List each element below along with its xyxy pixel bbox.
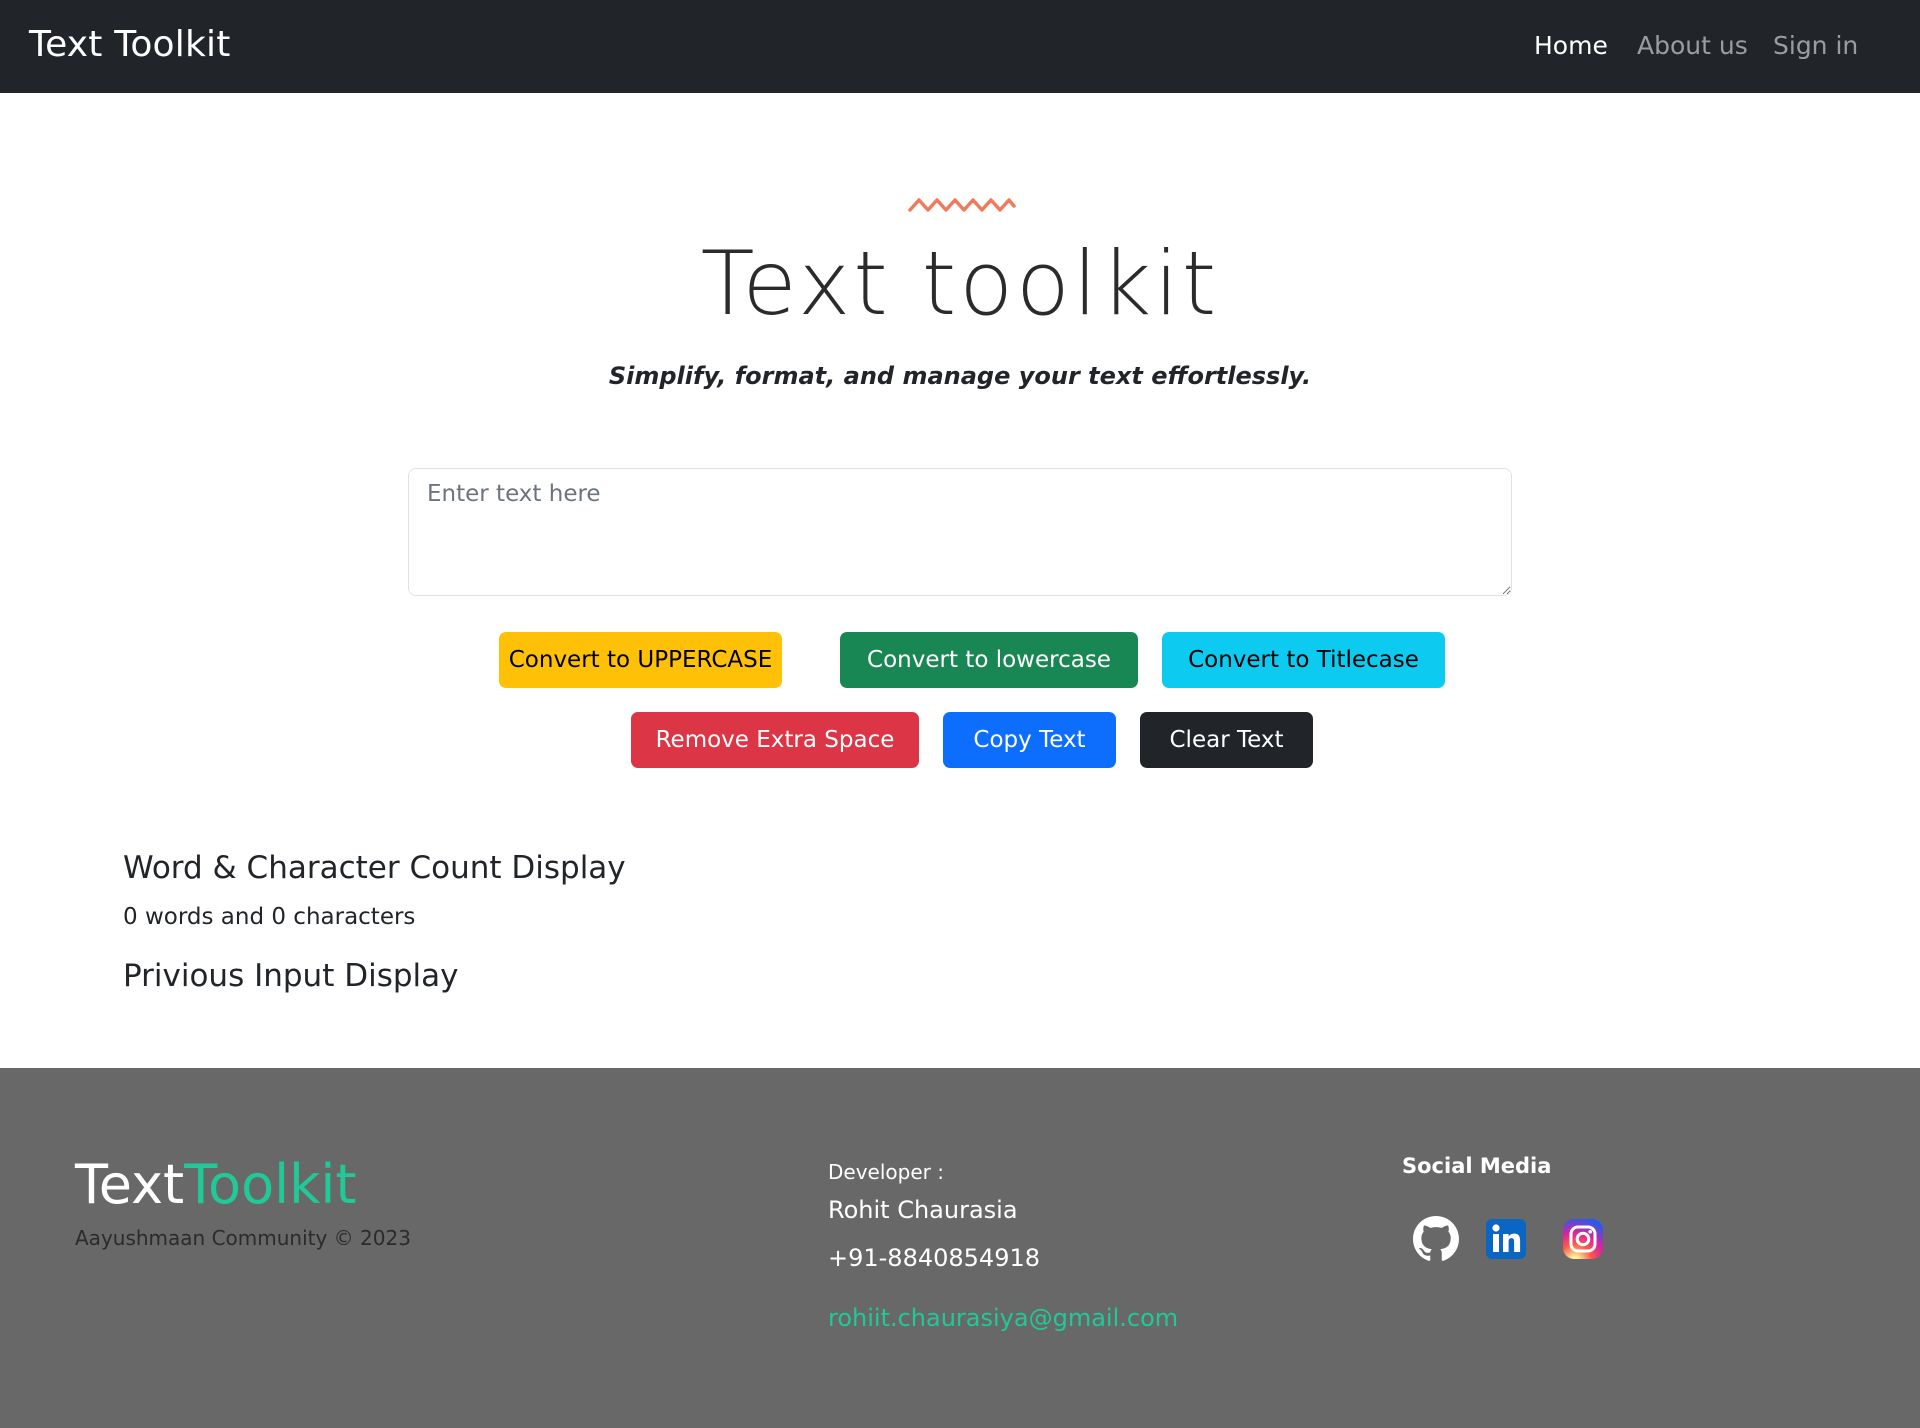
footer-logo-toolkit: Toolkit [184,1153,357,1216]
convert-titlecase-button[interactable]: Convert to Titlecase [1162,632,1445,688]
footer-copyright: Aayushmaan Community © 2023 [75,1226,411,1250]
social-media-heading: Social Media [1402,1154,1552,1178]
instagram-icon[interactable] [1560,1216,1606,1262]
footer-logo-text: Text [75,1153,185,1216]
developer-name: Rohit Chaurasia [828,1196,1018,1224]
text-input[interactable] [408,468,1512,596]
summary-heading: Word & Character Count Display [123,850,626,886]
remove-extra-space-button[interactable]: Remove Extra Space [631,712,919,768]
github-icon[interactable] [1413,1216,1459,1262]
previous-input-heading: Privious Input Display [123,958,459,994]
convert-uppercase-button[interactable]: Convert to UPPERCASE [499,632,782,688]
footer-logo: TextToolkit [75,1158,357,1212]
hero-subtitle: Simplify, format, and manage your text e… [608,362,1312,390]
navbar: Text Toolkit Home About us Sign in [0,0,1920,93]
copy-text-button[interactable]: Copy Text [943,712,1116,768]
word-character-count: 0 words and 0 characters [123,904,416,930]
clear-text-button[interactable]: Clear Text [1140,712,1313,768]
nav-link-sign-in[interactable]: Sign in [1773,31,1858,60]
navbar-brand[interactable]: Text Toolkit [29,24,231,65]
footer: TextToolkit Aayushmaan Community © 2023 … [0,1068,1920,1428]
developer-email-link[interactable]: rohiit.chaurasiya@gmail.com [828,1304,1178,1332]
linkedin-icon[interactable] [1483,1216,1529,1262]
nav-link-home[interactable]: Home [1534,31,1608,60]
nav-link-about-us[interactable]: About us [1637,31,1748,60]
squiggle-icon [908,198,1016,212]
developer-label: Developer : [828,1160,944,1184]
convert-lowercase-button[interactable]: Convert to lowercase [840,632,1138,688]
developer-phone: +91-8840854918 [828,1244,1041,1272]
hero-title: Text toolkit [700,232,1220,335]
